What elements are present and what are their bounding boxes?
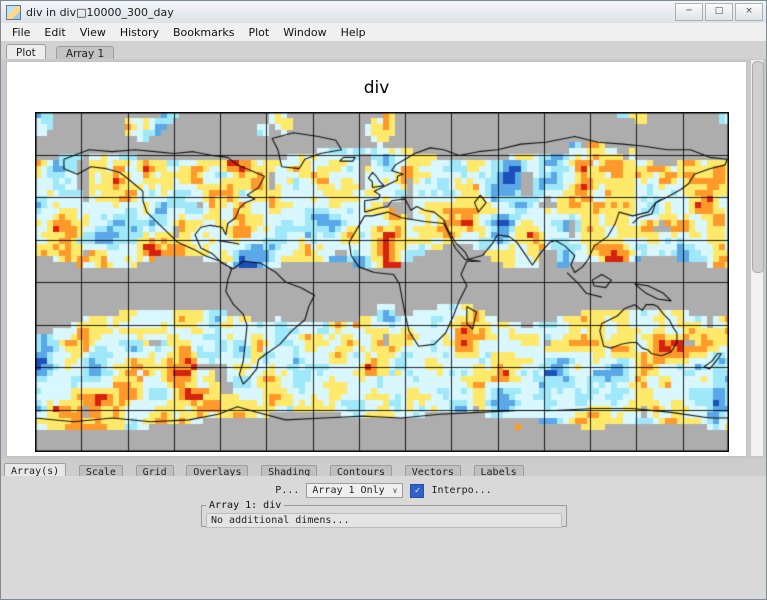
array-select[interactable]: Array 1 Only ∨ <box>306 483 403 498</box>
menu-bookmarks[interactable]: Bookmarks <box>166 24 241 41</box>
plot-page: div <box>6 61 747 457</box>
titlebar: div in div□10000_300_day ─ □ × <box>1 1 766 24</box>
array-select-value: Array 1 Only <box>312 485 384 496</box>
main-tab-bar: Plot Array 1 <box>1 41 766 60</box>
scrollbar-thumb[interactable] <box>752 61 764 273</box>
checkmark-icon: ✓ <box>415 485 420 497</box>
maximize-button[interactable]: □ <box>705 3 733 21</box>
menubar: File Edit View History Bookmarks Plot Wi… <box>1 23 766 42</box>
settings-tab-bar: Array(s) Scale Grid Overlays Shading Con… <box>1 459 766 477</box>
chevron-down-icon: ∨ <box>393 486 398 495</box>
plot-type-label: P... <box>275 485 299 496</box>
interpolate-label: Interpo... <box>431 485 491 496</box>
close-button[interactable]: × <box>735 3 763 21</box>
plot-region: div <box>1 59 766 459</box>
settings-panel: P... Array 1 Only ∨ ✓ Interpo... Array 1… <box>1 476 766 599</box>
menu-view[interactable]: View <box>73 24 113 41</box>
window-title: div in div□10000_300_day <box>26 6 673 19</box>
groupbox-title: Array 1: div <box>206 500 284 511</box>
interpolate-checkbox[interactable]: ✓ <box>410 484 424 498</box>
menu-plot[interactable]: Plot <box>241 24 276 41</box>
menu-file[interactable]: File <box>5 24 37 41</box>
plot-controls-row: P... Array 1 Only ∨ ✓ Interpo... <box>1 483 766 498</box>
vertical-scrollbar[interactable] <box>750 59 764 457</box>
menu-help[interactable]: Help <box>334 24 373 41</box>
minimize-button[interactable]: ─ <box>675 3 703 21</box>
menu-window[interactable]: Window <box>276 24 333 41</box>
plot-title: div <box>7 78 746 98</box>
app-window: div in div□10000_300_day ─ □ × File Edit… <box>0 0 767 600</box>
window-controls: ─ □ × <box>673 3 763 21</box>
array-groupbox: Array 1: div No additional dimens... <box>201 500 567 527</box>
menu-edit[interactable]: Edit <box>37 24 72 41</box>
map-canvas <box>35 112 729 452</box>
dimension-info: No additional dimens... <box>206 513 562 528</box>
app-icon <box>6 5 21 20</box>
menu-history[interactable]: History <box>113 24 166 41</box>
